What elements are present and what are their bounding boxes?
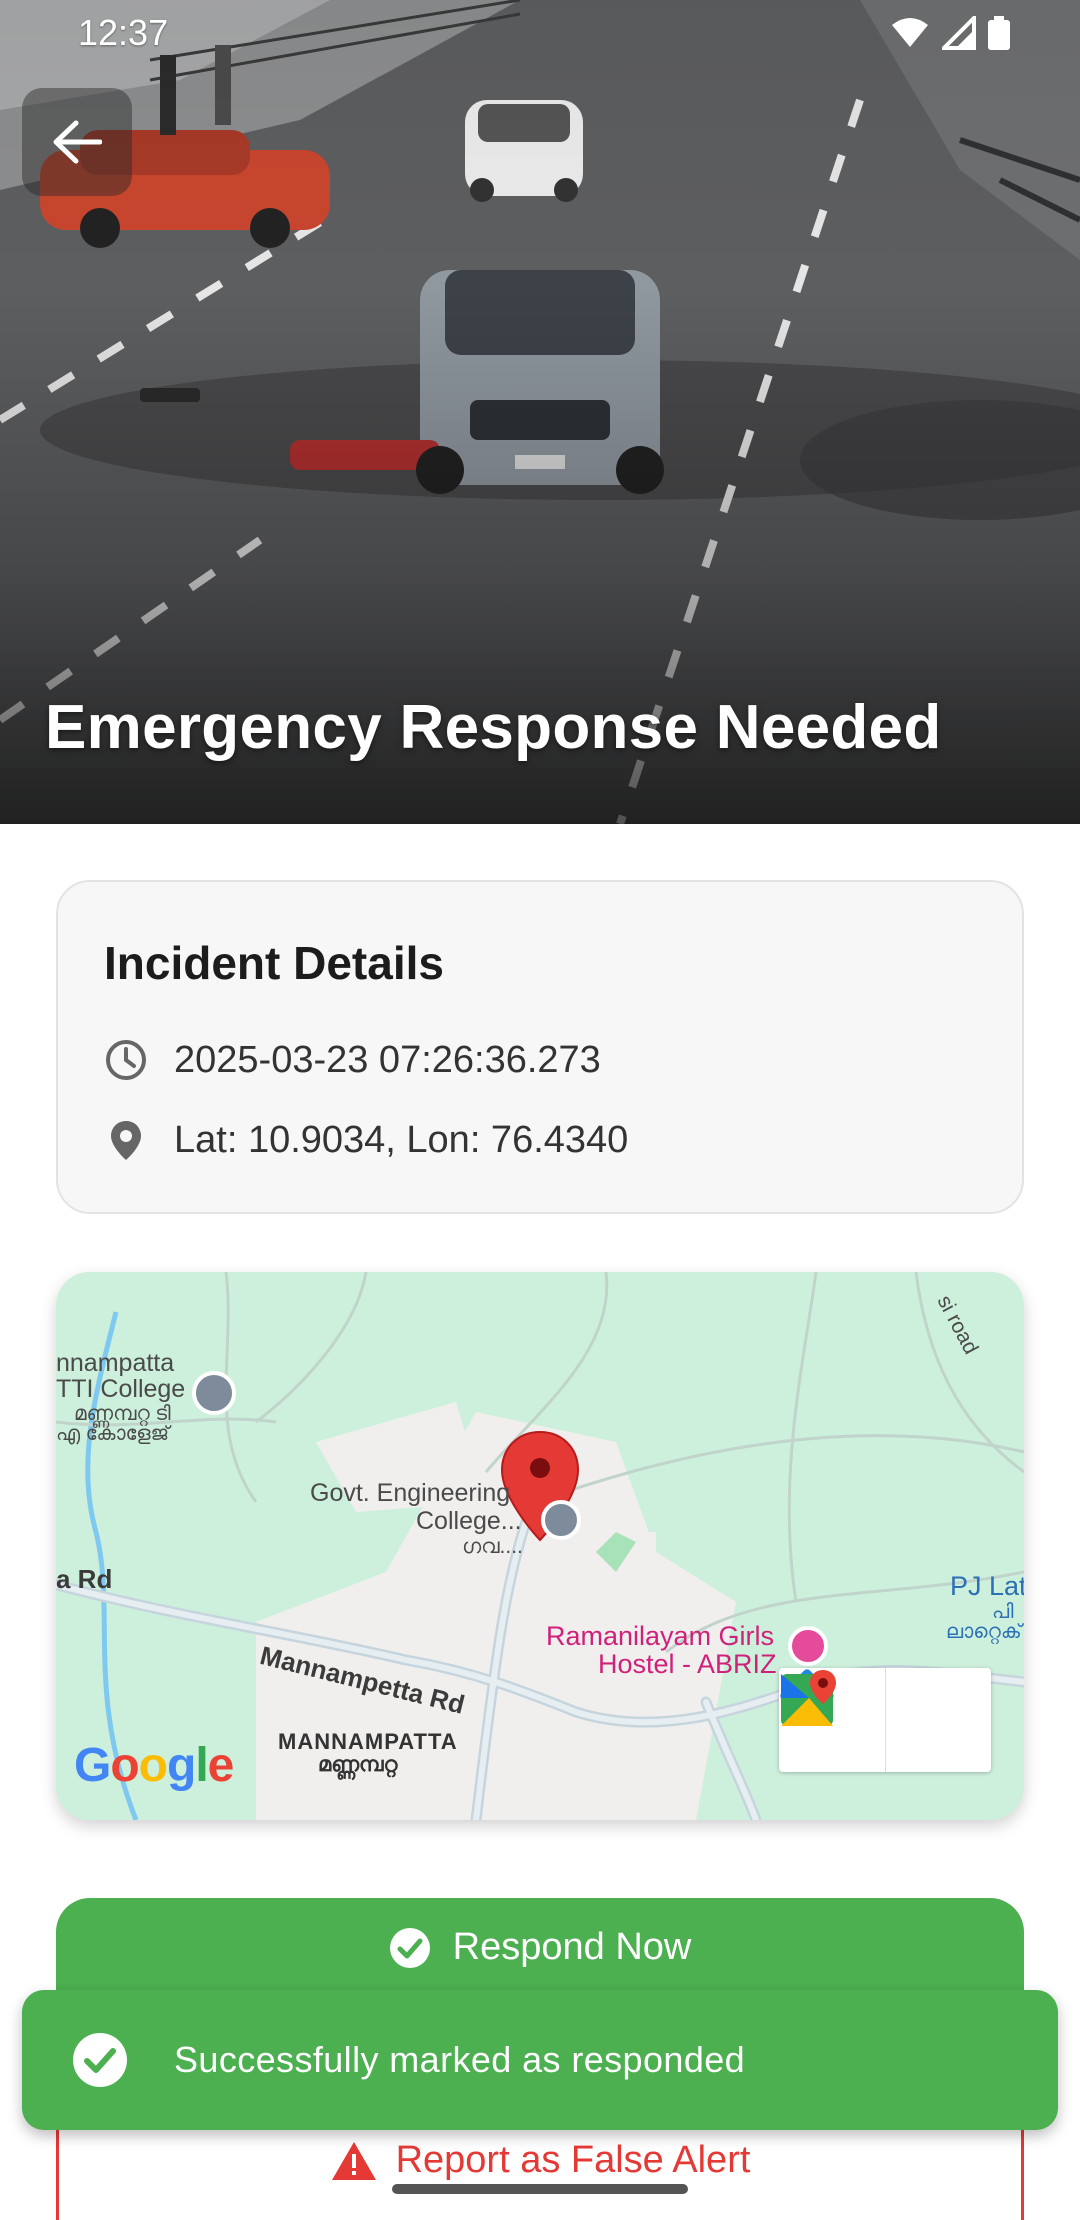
map-label-pj-ml1: പി: [992, 1601, 1014, 1623]
report-false-alert-content: Report as False Alert: [59, 2139, 1021, 2182]
map-label-tti-ml1: മണ്ണമ്പറ്റ ടി: [74, 1403, 171, 1425]
open-in-maps-button[interactable]: [781, 1668, 991, 1772]
google-maps-icon: [781, 1670, 836, 1726]
incident-location: Lat: 10.9034, Lon: 76.4340: [174, 1118, 629, 1161]
success-snackbar: Successfully marked as responded: [22, 1990, 1058, 2130]
battery-icon: [988, 16, 1010, 50]
google-logo: Google: [74, 1739, 234, 1792]
wifi-icon: [892, 18, 928, 47]
location-pin-icon: [111, 1121, 141, 1160]
check-circle-icon: [389, 1927, 430, 1968]
map-label-tti-ml2: എ കോളേജ്: [56, 1423, 170, 1445]
status-time: 12:37: [78, 12, 169, 53]
clock-icon: [106, 1040, 146, 1080]
snackbar-message: Successfully marked as responded: [174, 2039, 746, 2080]
map-label-mannampatta-ml: മണ്ണമ്പറ്റ: [318, 1753, 398, 1776]
incident-details-card: Incident Details 2025-03-23 07:26:36.273…: [56, 880, 1024, 1214]
incident-map[interactable]: nnampatta TTI College മണ്ണമ്പറ്റ ടി എ കോ…: [56, 1272, 1024, 1820]
arrow-back-icon: [53, 120, 102, 164]
map-label-govt-ml: ഗവ....: [462, 1535, 523, 1558]
screen: Emergency Response Needed 12:37 Incident…: [0, 0, 1080, 2220]
status-icons: [890, 16, 1010, 50]
page-title: Emergency Response Needed: [45, 693, 942, 762]
incident-image: Emergency Response Needed: [0, 0, 1080, 824]
location-row: Lat: 10.9034, Lon: 76.4340: [104, 1118, 628, 1162]
status-bar: 12:37: [0, 0, 1080, 64]
map-label-ramanilayam-line1: Ramanilayam Girls: [546, 1621, 775, 1651]
incident-timestamp: 2025-03-23 07:26:36.273: [174, 1038, 601, 1081]
report-false-alert-label: Report as False Alert: [395, 2139, 751, 2181]
check-circle-icon: [73, 2033, 127, 2087]
signal-icon: [942, 16, 976, 50]
incident-details-title: Incident Details: [104, 937, 444, 989]
map-label-pj-line1: PJ Lat: [950, 1571, 1024, 1601]
map-label-mannampatta: MANNAMPATTA: [278, 1729, 458, 1754]
map-label-road-left: a Rd: [56, 1564, 113, 1594]
map-label-govt-line1: Govt. Engineering: [310, 1479, 511, 1507]
map-label-pj-ml2: ലാറ്റെക്: [946, 1621, 1022, 1643]
map-label-tti-line2: TTI College: [56, 1375, 186, 1403]
respond-now-label: Respond Now: [452, 1926, 692, 1968]
warning-icon: [331, 2141, 376, 2180]
map-label-tti-line1: nnampatta: [56, 1349, 175, 1377]
back-button[interactable]: [22, 88, 132, 196]
map-label-ramanilayam-line2: Hostel - ABRIZ: [598, 1649, 777, 1679]
timestamp-row: 2025-03-23 07:26:36.273: [104, 1038, 601, 1082]
respond-now-content: Respond Now: [56, 1926, 1024, 1969]
map-label-govt-line2: College...: [416, 1507, 522, 1535]
home-indicator[interactable]: [392, 2184, 688, 2194]
map-toolbar: [779, 1668, 991, 1772]
